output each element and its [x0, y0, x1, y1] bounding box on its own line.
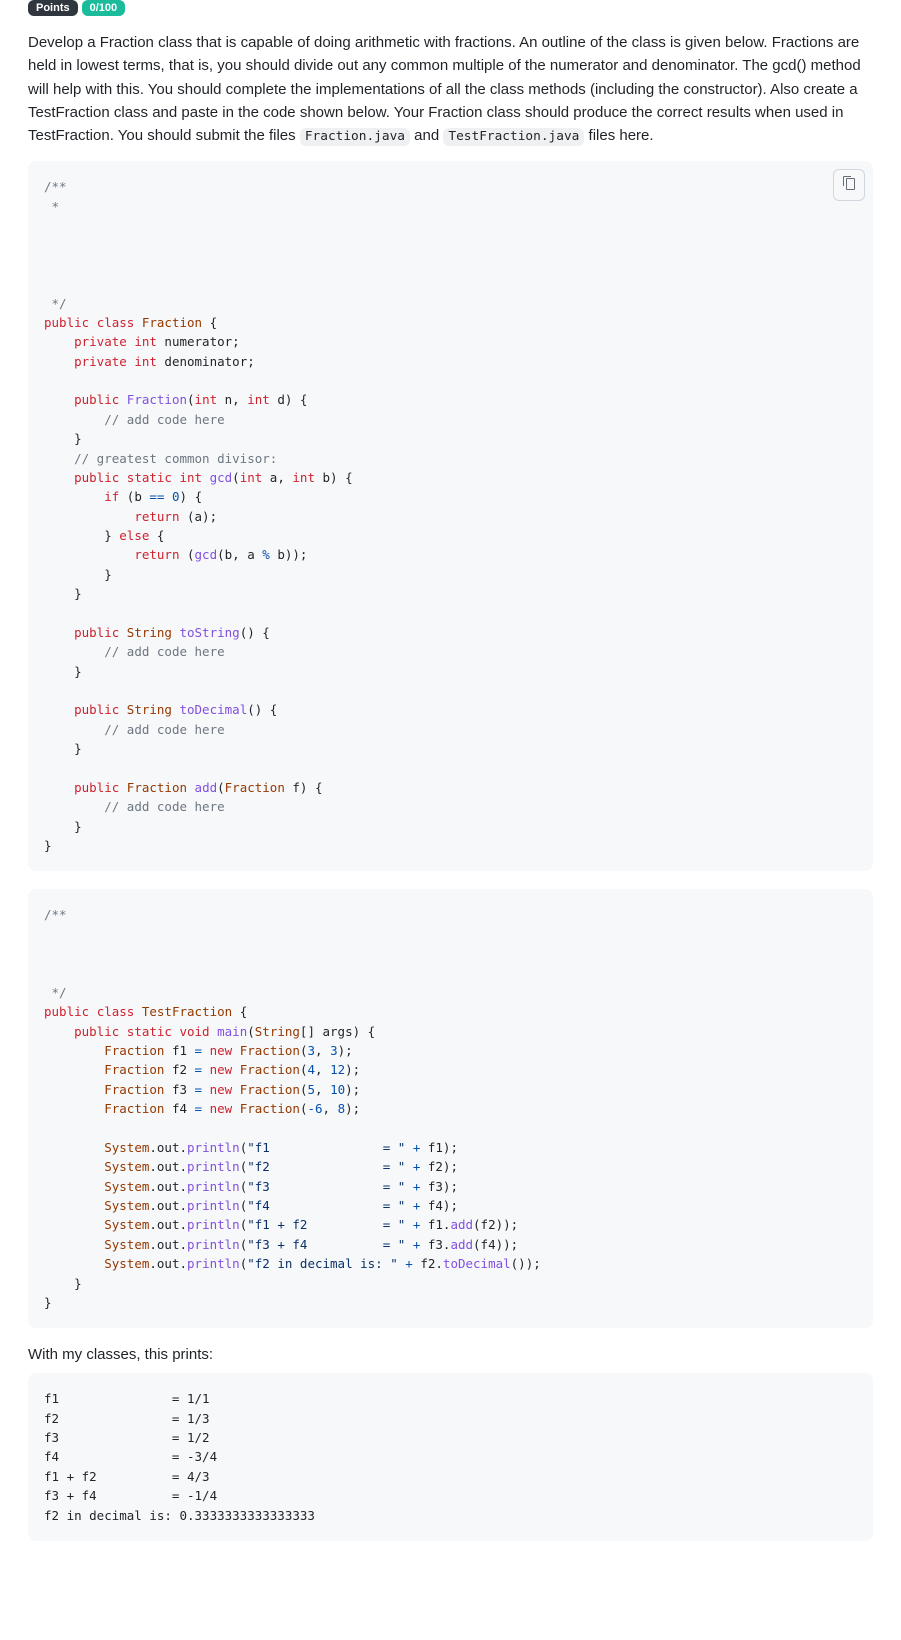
points-badge-value: 0/100 — [82, 0, 126, 16]
code-testfraction: /** */ public class TestFraction { publi… — [44, 905, 857, 1312]
problem-description: Develop a Fraction class that is capable… — [28, 31, 873, 147]
filename-testfraction: TestFraction.java — [443, 128, 584, 146]
filename-fraction: Fraction.java — [300, 128, 410, 146]
badge-row: Points 0/100 — [28, 0, 873, 16]
copy-button[interactable] — [833, 169, 865, 201]
code-block-fraction: /** * */ public class Fraction { private… — [28, 161, 873, 871]
code-block-testfraction: /** */ public class TestFraction { publi… — [28, 889, 873, 1328]
desc-part-3: files here. — [589, 127, 654, 144]
code-fraction: /** * */ public class Fraction { private… — [44, 177, 857, 855]
code-block-output: f1 = 1/1 f2 = 1/3 f3 = 1/2 f4 = -3/4 f1 … — [28, 1373, 873, 1541]
copy-icon — [841, 175, 857, 196]
program-output: f1 = 1/1 f2 = 1/3 f3 = 1/2 f4 = -3/4 f1 … — [44, 1389, 857, 1525]
output-heading: With my classes, this prints: — [28, 1346, 873, 1363]
desc-part-2: and — [414, 127, 443, 144]
desc-part-1: Develop a Fraction class that is capable… — [28, 34, 861, 144]
points-badge-label: Points — [28, 0, 78, 16]
